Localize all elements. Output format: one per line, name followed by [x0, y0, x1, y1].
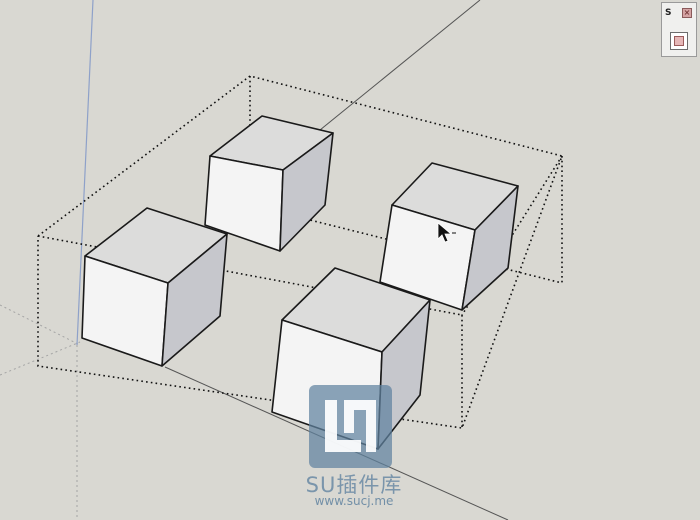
component-tool-button[interactable]: [670, 32, 688, 50]
arrow-cursor-icon: [437, 222, 456, 243]
axis-line-diagonal-faint: [0, 341, 81, 376]
cube-left[interactable]: [81, 207, 228, 367]
component-icon: [674, 36, 684, 46]
floating-window-title: S: [665, 8, 672, 18]
reference-line-upper: [319, 0, 481, 131]
watermark-url: www.sucj.me: [314, 494, 394, 508]
watermark-logo: [309, 385, 392, 468]
cube-back[interactable]: [204, 115, 334, 252]
floating-tool-window[interactable]: S ×: [661, 2, 697, 57]
axis-line-horizontal-faint: [0, 304, 81, 346]
close-button[interactable]: ×: [682, 8, 692, 18]
